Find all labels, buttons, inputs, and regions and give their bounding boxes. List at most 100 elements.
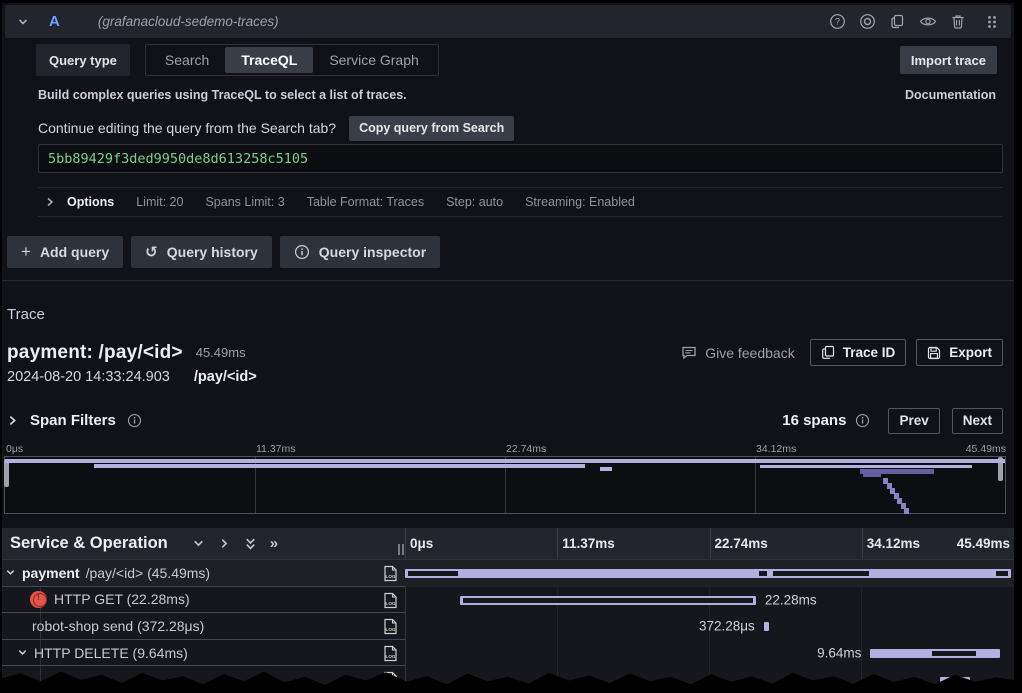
prev-button[interactable]: Prev (888, 408, 939, 434)
span-row-payment[interactable]: payment /pay/<id> (45.49ms) LOG (2, 560, 1014, 587)
copy-icon (821, 345, 835, 360)
span-service-name: payment (22, 565, 80, 581)
grafana-explore-screen: A (grafanacloud-sedemo-traces) ? Query t… (2, 3, 1014, 693)
span-bar-area[interactable]: 372.28μs (405, 613, 1011, 640)
minimap-span-bar (904, 508, 909, 514)
minimap-tick: 0μs (6, 443, 23, 455)
drag-handle-icon[interactable] (985, 14, 999, 30)
option-streaming: Streaming: Enabled (525, 195, 635, 209)
option-spans-limit: Spans Limit: 3 (205, 195, 284, 209)
svg-text:LOG: LOG (386, 654, 396, 659)
log-icon[interactable]: LOG (383, 592, 398, 609)
span-filters-chevron-icon[interactable] (7, 415, 18, 426)
chevron-down-icon[interactable] (192, 537, 205, 550)
minimap-tick: 34.12ms (756, 443, 796, 455)
minimap-span-bar (863, 474, 881, 477)
documentation-link[interactable]: Documentation (905, 88, 996, 102)
minimap-span-bar (600, 467, 612, 471)
options-chevron-icon[interactable] (45, 197, 55, 207)
give-feedback-link[interactable]: Give feedback (681, 345, 795, 361)
trace-title: payment: /pay/<id> (7, 342, 183, 364)
span-operation-name: /pay/<id> (45.49ms) (86, 565, 211, 581)
info-circle-icon (294, 244, 310, 260)
comment-icon (681, 345, 697, 360)
copy-query-from-search-button[interactable]: Copy query from Search (349, 116, 514, 141)
minimap-span-bar (760, 465, 972, 468)
hide-query-eye-icon[interactable] (919, 13, 937, 30)
span-count-info-icon[interactable] (855, 413, 870, 428)
options-toggle[interactable]: Options (67, 195, 114, 209)
plus-icon: + (21, 242, 31, 262)
span-bar-area[interactable] (405, 560, 1011, 587)
timeline-tick: 45.49ms (957, 536, 1010, 551)
log-icon[interactable]: LOG (383, 618, 398, 635)
column-resize-handle[interactable] (398, 544, 404, 555)
span-list: payment /pay/<id> (45.49ms) LOG HTTP GET… (2, 560, 1014, 693)
minimap-tick: 22.74ms (506, 443, 546, 455)
add-query-button[interactable]: + Add query (7, 236, 123, 268)
span-filters-toggle[interactable]: Span Filters (30, 412, 116, 429)
svg-text:?: ? (835, 17, 840, 27)
minimap-left-handle[interactable] (4, 459, 9, 487)
collapse-query-chevron-icon[interactable] (17, 16, 29, 28)
span-row-http-get[interactable]: HTTP GET (22.28ms) LOG 22.28ms (2, 587, 1014, 614)
duplicate-query-icon[interactable] (889, 13, 906, 30)
option-step: Step: auto (446, 195, 503, 209)
minimap-span-bar (94, 464, 585, 468)
trace-id-button[interactable]: Trace ID (810, 339, 907, 366)
span-bar-area[interactable]: 9.64ms (405, 640, 1011, 667)
log-icon[interactable]: LOG (383, 645, 398, 662)
option-table-format: Table Format: Traces (307, 195, 424, 209)
traceql-hint-text: Build complex queries using TraceQL to s… (38, 88, 407, 102)
trace-minimap[interactable] (4, 456, 1006, 514)
span-collapse-chevron-icon[interactable] (17, 647, 28, 658)
span-operation-name: HTTP GET (22.28ms) (54, 591, 190, 607)
trace-panel-title: Trace (7, 306, 45, 323)
svg-text:LOG: LOG (386, 601, 396, 606)
query-inspector-button[interactable]: Query inspector (280, 236, 440, 268)
record-icon[interactable] (859, 13, 876, 30)
minimap-tick-labels: 0μs 11.37ms 22.74ms 34.12ms 45.49ms (6, 443, 1006, 455)
query-ref-label: A (49, 13, 60, 30)
tab-traceql[interactable]: TraceQL (225, 47, 313, 73)
double-chevron-right-icon[interactable]: » (270, 535, 278, 552)
log-icon[interactable]: LOG (383, 565, 398, 582)
timeline-tick: 22.74ms (715, 536, 768, 551)
double-chevron-down-icon[interactable] (244, 537, 257, 551)
span-operation-name: HTTP DELETE (9.64ms) (34, 645, 188, 661)
chevron-right-icon[interactable] (218, 537, 231, 550)
query-type-label: Query type (36, 44, 130, 76)
timeline-tick: 11.37ms (562, 536, 615, 551)
tab-search[interactable]: Search (149, 47, 225, 73)
next-button[interactable]: Next (952, 408, 1003, 434)
span-operation-name: robot-shop send (372.28μs) (32, 618, 204, 634)
delete-query-trash-icon[interactable] (950, 13, 966, 30)
continue-editing-text: Continue editing the query from the Sear… (38, 120, 336, 136)
query-history-button[interactable]: ↺ Query history (131, 236, 272, 268)
traceql-query-input[interactable]: 5bb89429f3ded9950de8d613258c5105 (38, 144, 1003, 173)
span-bar-area[interactable]: 22.28ms (405, 587, 1011, 614)
export-button[interactable]: Export (916, 339, 1003, 366)
trace-operation: /pay/<id> (194, 369, 257, 385)
span-collapse-chevron-icon[interactable] (5, 567, 16, 578)
svg-text:LOG: LOG (386, 574, 396, 579)
span-duration-label: 22.28ms (765, 592, 817, 607)
error-icon (30, 591, 47, 608)
import-trace-button[interactable]: Import trace (900, 46, 997, 74)
history-icon: ↺ (145, 243, 158, 261)
trace-duration: 45.49ms (196, 345, 246, 360)
span-count: 16 spans (782, 412, 846, 429)
span-row-http-delete[interactable]: HTTP DELETE (9.64ms) LOG 9.64ms (2, 640, 1014, 667)
tab-service-graph[interactable]: Service Graph (313, 47, 434, 73)
span-filters-info-icon[interactable] (127, 413, 142, 428)
span-duration-label: 372.28μs (699, 619, 755, 634)
query-type-radiogroup: Search TraceQL Service Graph (145, 44, 439, 76)
option-limit: Limit: 20 (136, 195, 183, 209)
traceql-query-value: 5bb89429f3ded9950de8d613258c5105 (48, 151, 308, 167)
help-icon[interactable]: ? (829, 13, 846, 30)
query-row-header[interactable]: A (grafanacloud-sedemo-traces) ? (5, 5, 1011, 38)
minimap-tick: 45.49ms (966, 443, 1006, 455)
span-duration-label: 9.64ms (817, 646, 861, 661)
span-row-robot-shop-send[interactable]: robot-shop send (372.28μs) LOG 372.28μs (2, 613, 1014, 640)
datasource-name: (grafanacloud-sedemo-traces) (98, 14, 279, 29)
